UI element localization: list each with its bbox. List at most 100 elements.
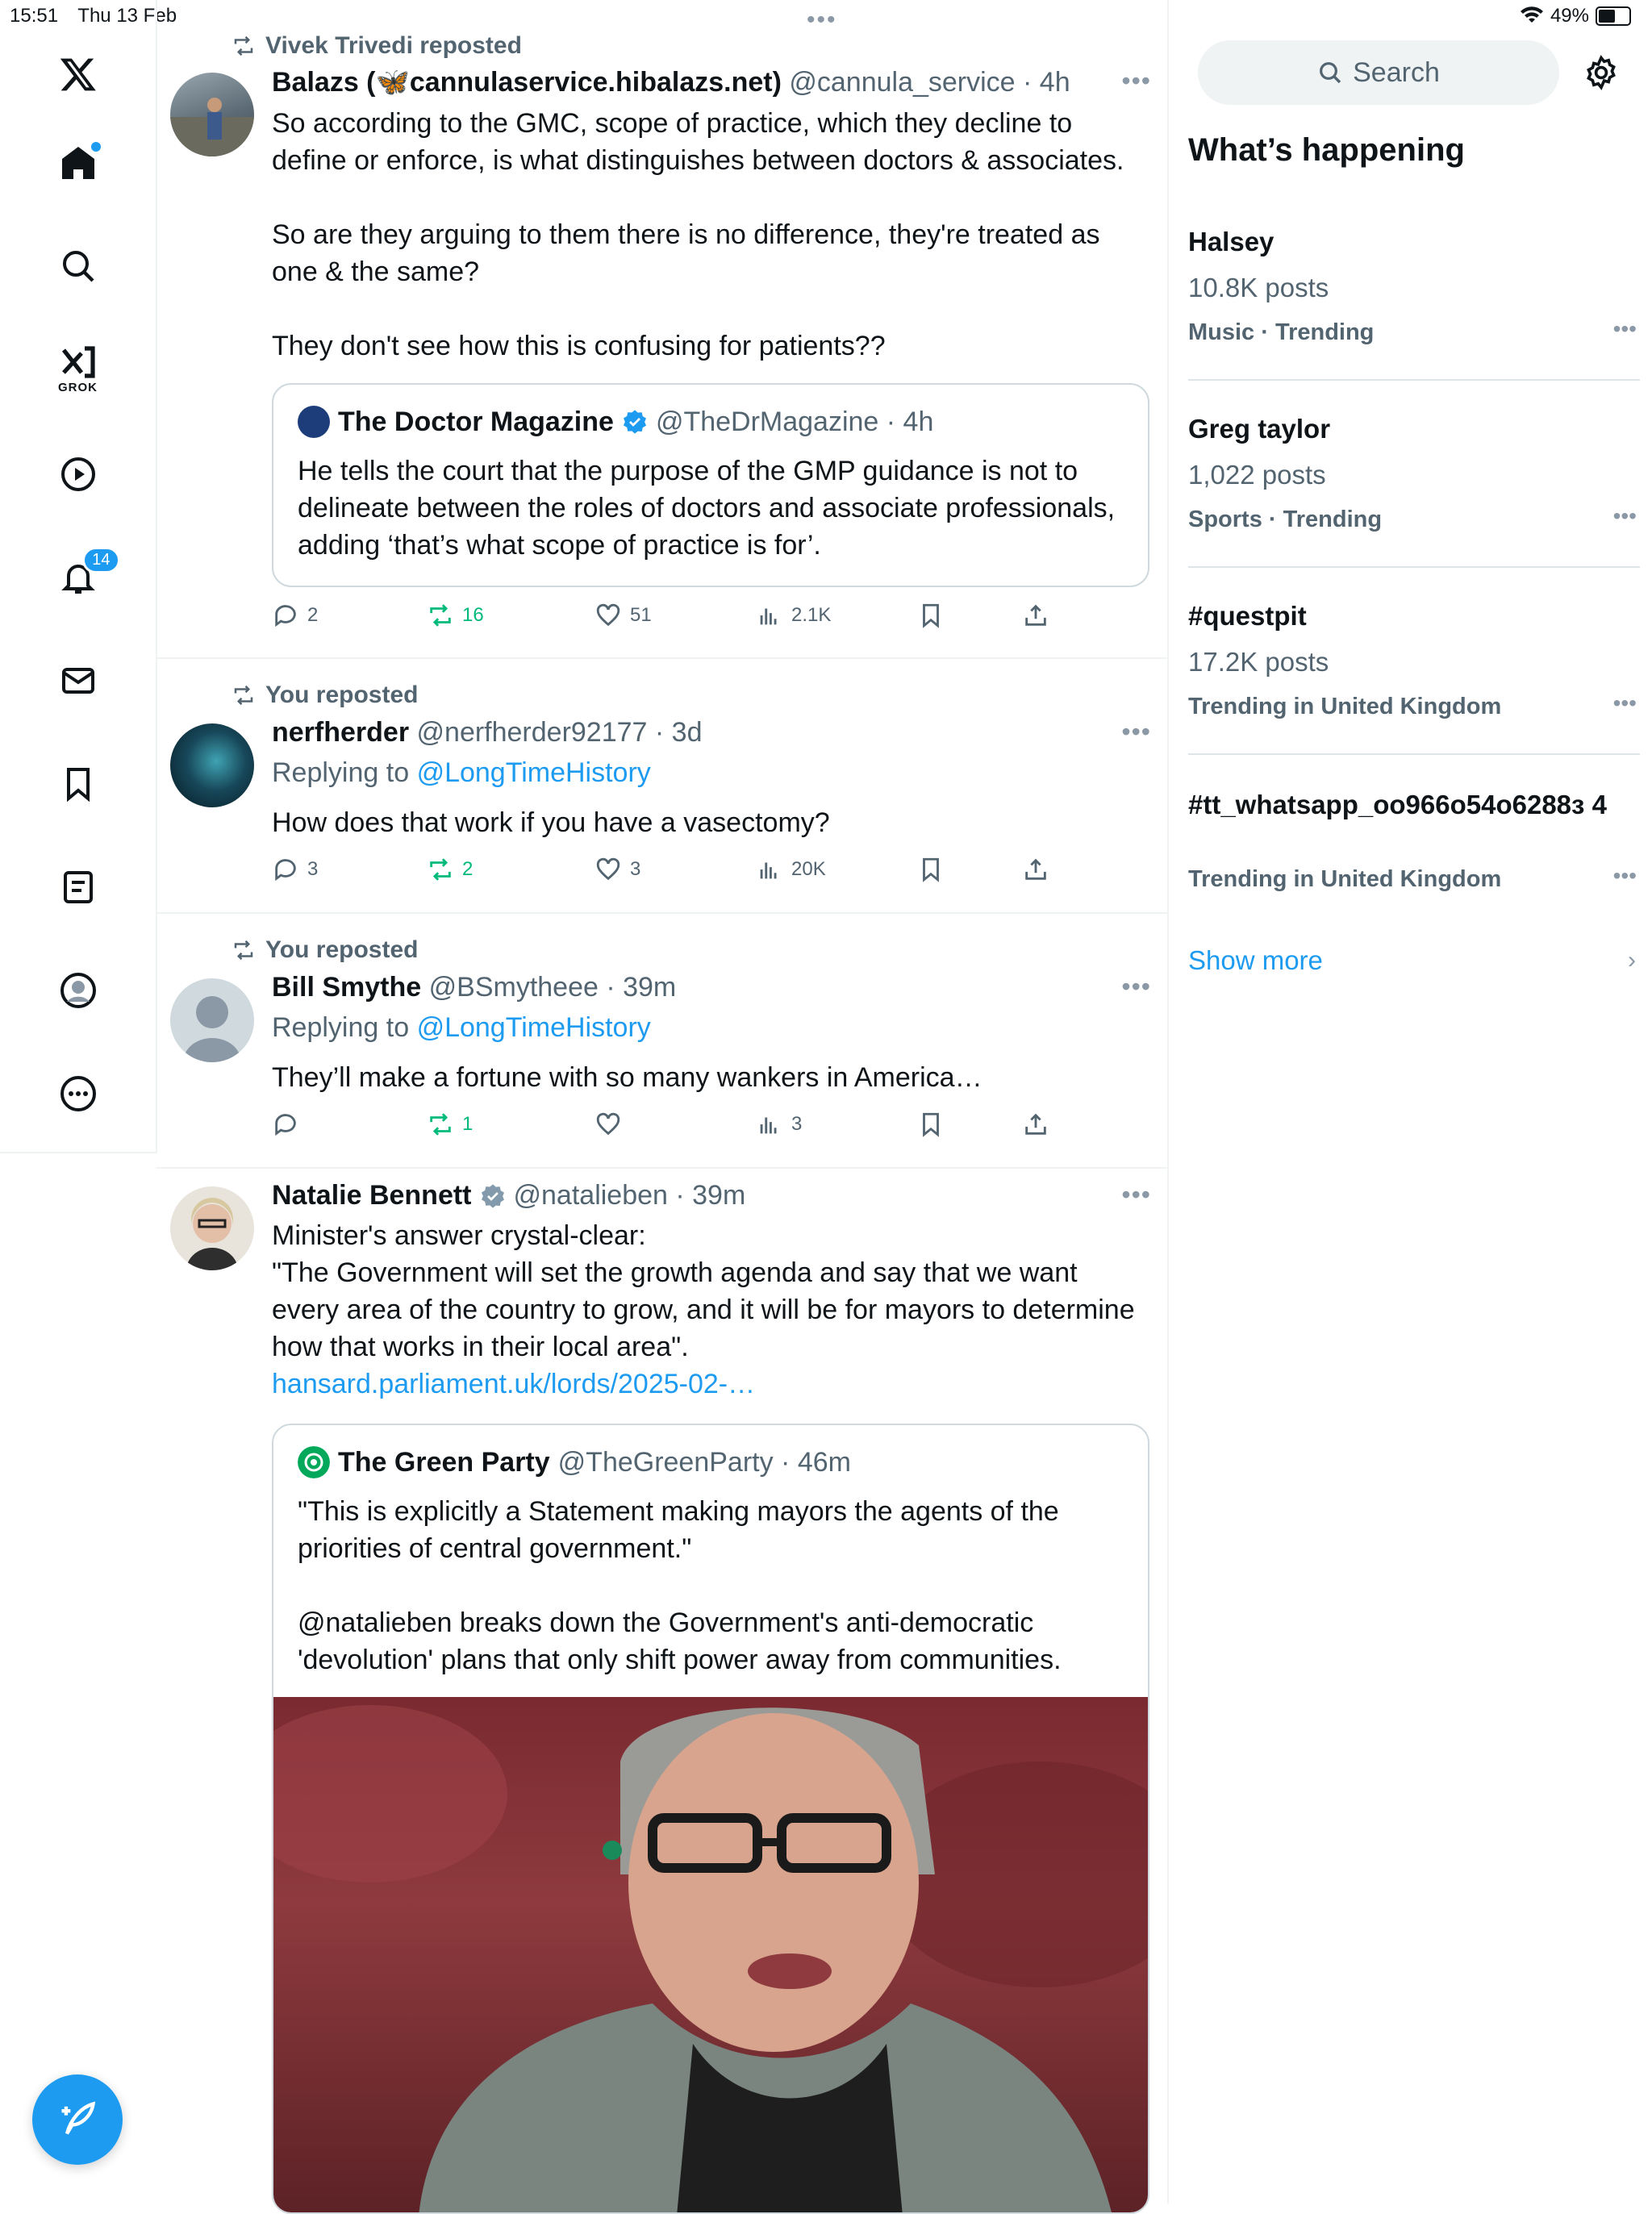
reply-button[interactable]: 3 [272, 856, 318, 883]
quote-handle-time: @TheGreenParty · 46m [557, 1446, 851, 1478]
repost-indicator: You reposted [232, 936, 418, 964]
post-more-button[interactable]: ••• [1121, 717, 1151, 747]
bookmark-icon [923, 857, 939, 882]
bookmark-button[interactable] [917, 602, 945, 629]
avatar[interactable] [170, 723, 254, 807]
grok-icon [61, 346, 95, 378]
post-header: nerfherder @nerfherder92177 · 3d [272, 717, 702, 748]
nav-bookmarks[interactable] [54, 760, 102, 808]
repost-icon [234, 685, 253, 706]
post-bill-smythe[interactable]: You reposted Bill Smythe @BSmytheee · 39… [156, 914, 1167, 1169]
compose-post-button[interactable] [32, 2074, 123, 2165]
settings-gear-icon[interactable] [1583, 55, 1619, 90]
repost-button[interactable]: 1 [427, 1111, 473, 1138]
heart-icon [596, 1112, 620, 1136]
like-count: 51 [630, 604, 652, 626]
post-nerfherder[interactable]: You reposted nerfherder @nerfherder92177… [156, 659, 1167, 914]
bookmark-button[interactable] [917, 856, 945, 883]
post-actions: 1 3 [272, 1111, 1078, 1143]
divider [1188, 566, 1640, 568]
repost-indicator: Vivek Trivedi reposted [232, 32, 522, 60]
share-button[interactable] [1022, 1111, 1049, 1138]
repost-label: You reposted [265, 682, 419, 708]
like-button[interactable]: 3 [594, 856, 640, 883]
post-more-button[interactable]: ••• [1121, 66, 1151, 96]
quote-header: The Doctor Magazine @TheDrMagazine · 4h [298, 406, 933, 438]
like-button[interactable]: 51 [594, 602, 652, 629]
default-avatar-icon [183, 996, 241, 1062]
trend-name: #questpit [1188, 601, 1307, 631]
avatar[interactable] [170, 73, 254, 156]
nav-notifications[interactable]: 14 [54, 547, 120, 602]
verified-badge-icon [481, 1183, 504, 1208]
post-link[interactable]: hansard.parliament.uk/lords/2025-02-… [272, 1366, 1143, 1403]
whats-happening-title: What’s happening [1188, 132, 1465, 168]
mail-icon [61, 668, 94, 694]
divider [1188, 753, 1640, 755]
trend-item[interactable]: #questpit 17.2K posts Trending in United… [1188, 600, 1637, 729]
like-button[interactable] [594, 1111, 630, 1138]
repost-count: 16 [462, 604, 484, 626]
avatar[interactable] [170, 1186, 254, 1270]
quoted-post[interactable]: The Green Party @TheGreenParty · 46m "Th… [272, 1424, 1149, 2214]
grok-label: GROK [58, 381, 98, 394]
replying-to-prefix: Replying to [272, 757, 410, 788]
share-button[interactable] [1022, 602, 1049, 629]
author-name[interactable]: Bill Smythe [272, 972, 421, 1003]
trend-item[interactable]: Halsey 10.8K posts Music · Trending ••• [1188, 226, 1637, 355]
nav-explore[interactable] [54, 242, 102, 290]
quote-text: He tells the court that the purpose of t… [298, 456, 1116, 561]
trend-name: #tt_whatsapp_oo966o54o6288з 4 [1188, 790, 1607, 819]
repost-icon [430, 858, 451, 881]
nav-profile[interactable] [54, 966, 102, 1015]
views-button[interactable]: 20K [756, 856, 826, 883]
author-name[interactable]: nerfherder [272, 717, 409, 748]
views-button[interactable]: 3 [756, 1111, 802, 1138]
post-balazs[interactable]: Vivek Trivedi reposted Balazs (🦋cannulas… [156, 0, 1167, 659]
heart-icon [596, 857, 620, 881]
bookmark-button[interactable] [917, 1111, 945, 1138]
repost-count: 1 [462, 1113, 473, 1135]
trend-more-button[interactable]: ••• [1613, 690, 1637, 716]
trend-more-button[interactable]: ••• [1613, 503, 1637, 529]
author-name[interactable]: Natalie Bennett [272, 1180, 472, 1211]
post-actions: 2 16 51 2.1K [272, 602, 1078, 634]
nav-lists[interactable] [54, 863, 102, 911]
views-button[interactable]: 2.1K [756, 602, 831, 629]
post-header: Natalie Bennett @natalieben · 39m [272, 1180, 745, 1211]
share-icon [1025, 858, 1046, 880]
trend-more-button[interactable]: ••• [1613, 316, 1637, 342]
quoted-post[interactable]: The Doctor Magazine @TheDrMagazine · 4h … [272, 383, 1149, 587]
reply-button[interactable]: 2 [272, 602, 318, 629]
profile-icon [60, 973, 96, 1008]
repost-button[interactable]: 2 [427, 856, 473, 883]
share-button[interactable] [1022, 856, 1049, 883]
trend-item[interactable]: Greg taylor 1,022 posts Sports · Trendin… [1188, 413, 1637, 542]
search-input[interactable]: Search [1198, 40, 1559, 105]
post-natalie-bennett[interactable]: Natalie Bennett @natalieben · 39m ••• Mi… [156, 1169, 1167, 2214]
post-more-button[interactable]: ••• [1121, 1180, 1151, 1210]
quote-video-thumbnail[interactable] [273, 1697, 1148, 2212]
quote-text: "This is explicitly a Statement making m… [298, 1496, 1062, 1675]
nav-more[interactable] [54, 1069, 102, 1118]
trend-category: Sports · Trending [1188, 507, 1383, 532]
avatar[interactable] [170, 978, 254, 1062]
verified-badge-icon [623, 410, 646, 434]
replying-to-handle[interactable]: @LongTimeHistory [417, 1012, 651, 1043]
like-count: 3 [630, 858, 641, 880]
x-logo[interactable] [54, 50, 102, 98]
reply-button[interactable] [272, 1111, 307, 1138]
trend-more-button[interactable]: ••• [1613, 863, 1637, 889]
repost-button[interactable]: 16 [427, 602, 484, 629]
nav-videos[interactable] [54, 450, 102, 498]
nav-home[interactable] [54, 139, 102, 187]
nav-grok[interactable]: GROK [54, 339, 102, 394]
replying-to-handle[interactable]: @LongTimeHistory [417, 757, 651, 788]
trend-item[interactable]: #tt_whatsapp_oo966o54o6288з 4 Trending i… [1188, 789, 1637, 902]
post-more-button[interactable]: ••• [1121, 972, 1151, 1002]
green-party-logo [298, 1446, 330, 1478]
nav-messages[interactable] [54, 657, 102, 705]
bookmark-icon [66, 768, 90, 803]
show-more-link[interactable]: Show more [1188, 945, 1323, 976]
author-name[interactable]: Balazs (🦋cannulaservice.hibalazs.net) [272, 67, 782, 98]
